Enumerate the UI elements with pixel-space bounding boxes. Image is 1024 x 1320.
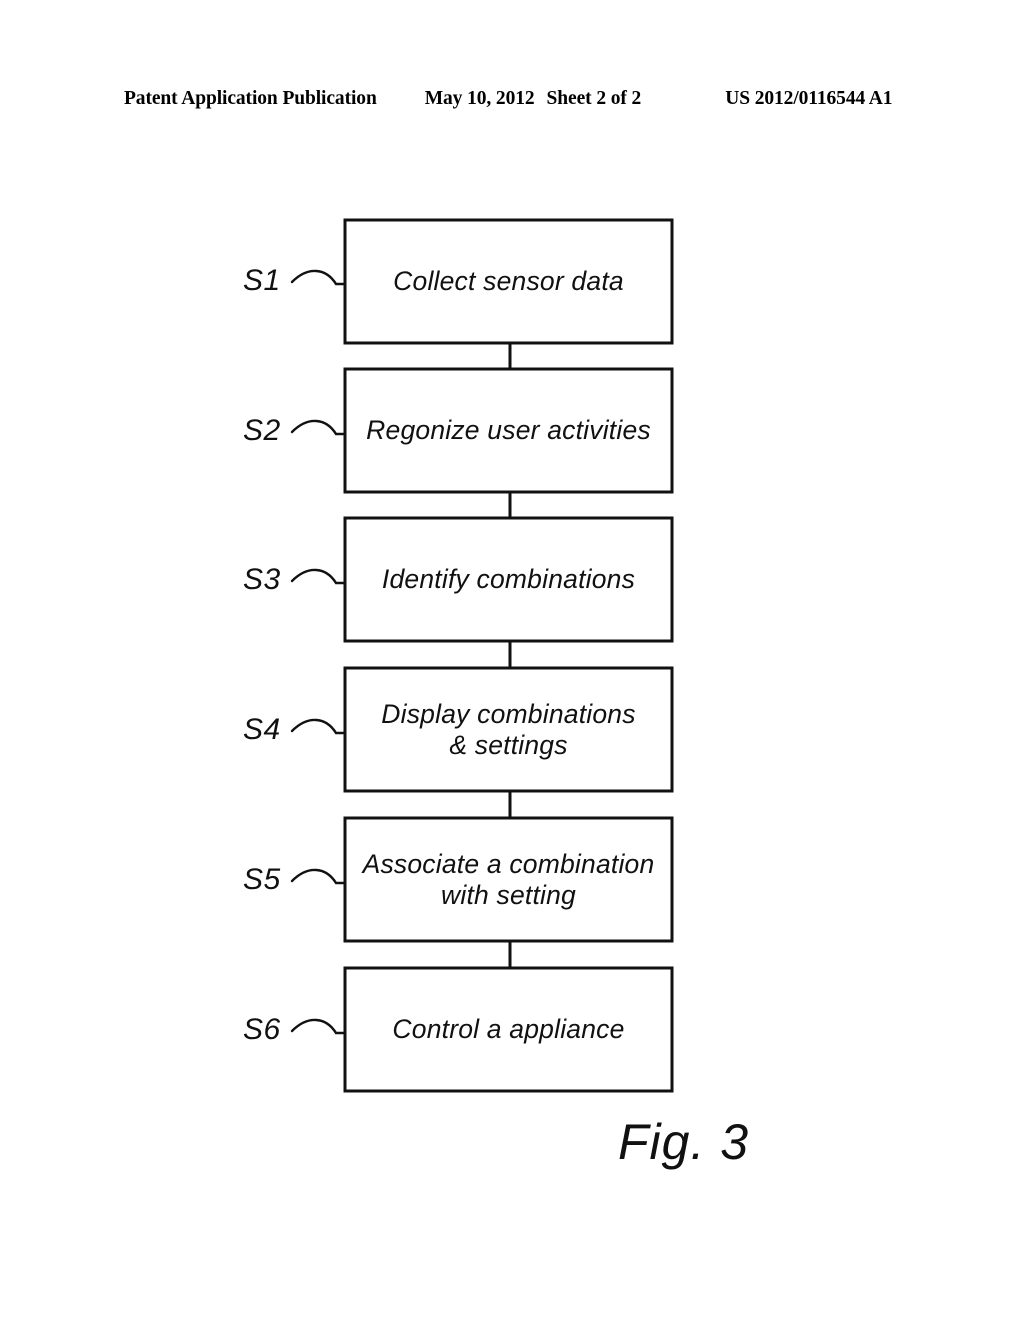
leader-line-s5 bbox=[290, 868, 347, 885]
step-box-s4: Display combinations & settings bbox=[345, 668, 672, 791]
step-ref-label-s1: S1 bbox=[243, 264, 281, 297]
leader-line-s3 bbox=[290, 568, 347, 585]
step-box-s5: Associate a combination with setting bbox=[345, 818, 672, 941]
leader-line-s4 bbox=[290, 718, 347, 735]
figure-3-flowchart: S1 S2 S3 S4 S5 S6 Collect sensor data Re… bbox=[0, 0, 1024, 1320]
step-text-s2: Regonize user activities bbox=[366, 415, 651, 446]
step-ref-label-s4: S4 bbox=[243, 713, 281, 746]
step-ref-label-s3: S3 bbox=[243, 563, 281, 596]
figure-caption: Fig. 3 bbox=[618, 1114, 750, 1170]
step-box-s6: Control a appliance bbox=[345, 968, 672, 1091]
step-box-s3: Identify combinations bbox=[345, 518, 672, 641]
step-ref-label-s6: S6 bbox=[243, 1013, 281, 1046]
step-ref-label-s5: S5 bbox=[243, 863, 281, 896]
leader-line-s1 bbox=[290, 269, 347, 286]
leader-line-s6 bbox=[290, 1018, 347, 1035]
flowchart-graphics bbox=[290, 218, 674, 1093]
step-ref-label-s2: S2 bbox=[243, 414, 281, 447]
step-text-s5: Associate a combination with setting bbox=[362, 849, 655, 910]
step-box-s1: Collect sensor data bbox=[345, 220, 672, 343]
leader-line-s2 bbox=[290, 419, 347, 436]
step-text-s3: Identify combinations bbox=[381, 564, 636, 595]
step-box-s2: Regonize user activities bbox=[345, 369, 672, 492]
step-text-s6: Control a appliance bbox=[392, 1014, 625, 1045]
step-text-s4: Display combinations & settings bbox=[381, 699, 636, 760]
step-text-s1: Collect sensor data bbox=[393, 266, 624, 297]
